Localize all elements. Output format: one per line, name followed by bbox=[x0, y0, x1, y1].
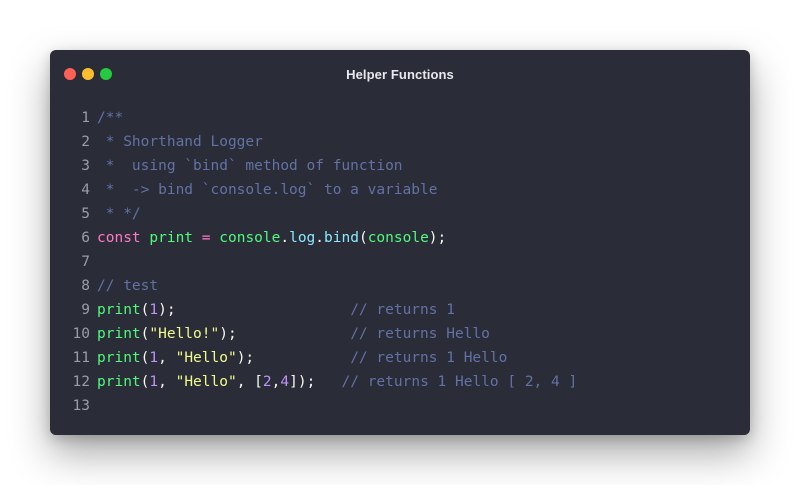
code-token-keyword: const bbox=[97, 230, 141, 246]
line-source: print(1); // returns 1 bbox=[97, 298, 455, 322]
code-token-func: print bbox=[149, 230, 194, 246]
code-line: 2 * Shorthand Logger bbox=[50, 130, 750, 154]
line-number: 12 bbox=[72, 374, 90, 390]
code-line: 3 * using `bind` method of function bbox=[50, 154, 750, 178]
line-number: 5 bbox=[81, 206, 90, 222]
code-token-comment: // returns 1 Hello bbox=[350, 350, 508, 366]
window-title: Helper Functions bbox=[346, 67, 454, 82]
code-token-number: 2 bbox=[262, 374, 272, 390]
code-editor[interactable]: 1/** 2 * Shorthand Logger 3 * using `bind`… bbox=[50, 106, 750, 418]
line-number: 3 bbox=[81, 158, 90, 174]
line-number: 2 bbox=[81, 134, 90, 150]
code-token-comment: /** bbox=[97, 110, 124, 126]
code-token-func: print bbox=[97, 326, 141, 342]
code-line: 13 bbox=[50, 394, 750, 418]
code-line: 8 // test bbox=[50, 274, 750, 298]
code-token-prop: bind bbox=[324, 230, 359, 246]
line-number: 7 bbox=[81, 254, 90, 270]
line-source: /** bbox=[97, 106, 123, 130]
line-number: 13 bbox=[72, 398, 90, 414]
code-token-string: "Hello!" bbox=[149, 326, 220, 342]
line-source: const print = console.log.bind(console); bbox=[97, 226, 446, 250]
line-source: * using `bind` method of function bbox=[97, 154, 403, 178]
code-line: 1 /** bbox=[50, 106, 750, 130]
code-line: 9 print(1); // returns 1 bbox=[50, 298, 750, 322]
code-line: 6 const print = console.log.bind(console)… bbox=[50, 226, 750, 250]
code-token-string: "Hello" bbox=[175, 350, 237, 366]
code-token-comment: // returns Hello bbox=[350, 326, 490, 342]
code-line: 4 * -> bind `console.log` to a variable bbox=[50, 178, 750, 202]
code-token-func: console bbox=[367, 230, 429, 246]
line-source: // test bbox=[97, 274, 158, 298]
code-token-plain: , bbox=[158, 350, 176, 366]
line-source: print(1, "Hello"); // returns 1 Hello bbox=[97, 346, 507, 370]
line-number: 10 bbox=[72, 326, 90, 342]
code-token-string: "Hello" bbox=[175, 374, 237, 390]
code-token-plain: ]); bbox=[289, 374, 342, 390]
code-token-plain: , [ bbox=[236, 374, 263, 390]
code-token-comment: * Shorthand Logger bbox=[97, 134, 263, 150]
code-token-number: 1 bbox=[149, 302, 159, 318]
code-window: Helper Functions 1 /** 2 * Shorthand Logge… bbox=[50, 50, 750, 435]
title-bar: Helper Functions bbox=[50, 50, 750, 100]
code-token-comment: * */ bbox=[97, 206, 141, 222]
code-line: 10 print("Hello!"); // returns Hello bbox=[50, 322, 750, 346]
code-token-func: print bbox=[97, 302, 141, 318]
code-token-op: = bbox=[201, 230, 211, 246]
code-token-func: console bbox=[219, 230, 281, 246]
line-number: 6 bbox=[81, 230, 90, 246]
code-token-plain: . bbox=[280, 230, 290, 246]
line-number: 9 bbox=[81, 302, 90, 318]
line-source: * */ bbox=[97, 202, 141, 226]
line-number: 1 bbox=[81, 110, 90, 126]
code-token-func: print bbox=[97, 350, 141, 366]
code-token-number: 4 bbox=[280, 374, 290, 390]
code-token-plain: . bbox=[315, 230, 325, 246]
line-number: 4 bbox=[81, 182, 90, 198]
code-line: 5 * */ bbox=[50, 202, 750, 226]
code-line: 7 bbox=[50, 250, 750, 274]
code-token-comment: * using `bind` method of function bbox=[97, 158, 403, 174]
code-token-number: 1 bbox=[149, 350, 159, 366]
code-token-plain: ); bbox=[219, 326, 351, 342]
line-source: * Shorthand Logger bbox=[97, 130, 263, 154]
code-token-plain: ( bbox=[358, 230, 368, 246]
line-number: 8 bbox=[81, 278, 90, 294]
code-token-func: print bbox=[97, 374, 141, 390]
code-line: 11 print(1, "Hello"); // returns 1 Hello bbox=[50, 346, 750, 370]
code-token-comment: // returns 1 bbox=[350, 302, 455, 318]
line-number: 11 bbox=[72, 350, 90, 366]
code-token-comment: // test bbox=[97, 278, 159, 294]
line-source: print(1, "Hello", [2,4]); // returns 1 H… bbox=[97, 370, 577, 394]
code-token-comment: // returns 1 Hello [ 2, 4 ] bbox=[341, 374, 578, 390]
code-token-comment: * -> bind `console.log` to a variable bbox=[97, 182, 438, 198]
line-source: print("Hello!"); // returns Hello bbox=[97, 322, 490, 346]
code-token-plain: ); bbox=[158, 302, 351, 318]
code-token-plain: , bbox=[158, 374, 176, 390]
code-token-plain: ); bbox=[236, 350, 351, 366]
line-source: * -> bind `console.log` to a variable bbox=[97, 178, 438, 202]
code-token-plain: ); bbox=[428, 230, 447, 246]
code-token-number: 1 bbox=[149, 374, 159, 390]
code-token-prop: log bbox=[289, 230, 316, 246]
code-line: 12 print(1, "Hello", [2,4]); // returns 1… bbox=[50, 370, 750, 394]
